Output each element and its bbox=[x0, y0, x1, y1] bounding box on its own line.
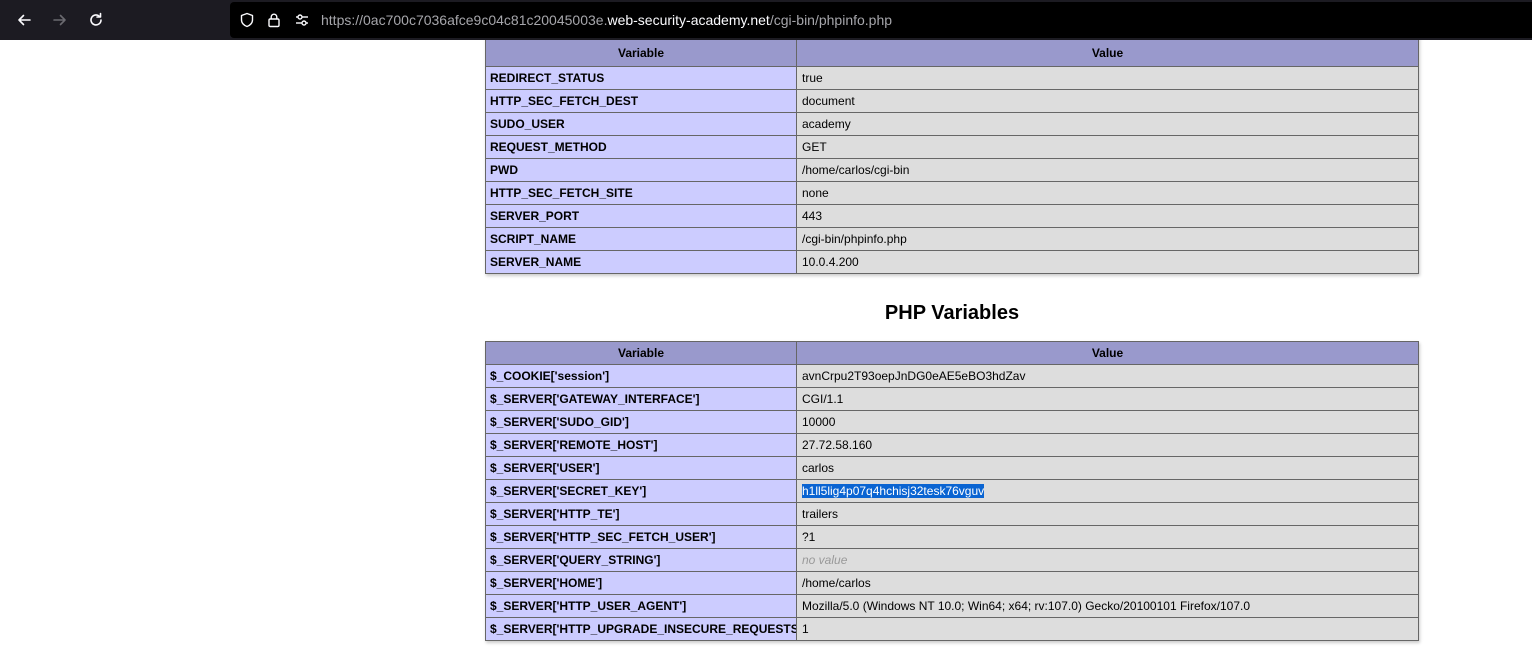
table-row: $_SERVER['QUERY_STRING'] no value bbox=[485, 548, 1419, 572]
address-bar[interactable]: https://0ac700c7036afce9c04c81c20045003e… bbox=[230, 2, 1532, 38]
section-title: PHP Variables bbox=[884, 302, 1020, 324]
php-variable-rows: $_COOKIE['session'] avnCrpu2T93oepJnDG0eA… bbox=[485, 364, 1419, 641]
variable-value-cell: CGI/1.1 bbox=[796, 387, 1419, 411]
environment-table: Variable Value REDIRECT_STATUS true HTTP_S… bbox=[485, 40, 1419, 274]
table-row: SUDO_USER academy bbox=[485, 112, 1419, 136]
lock-icon[interactable] bbox=[265, 11, 283, 29]
variable-name-cell: $_SERVER['GATEWAY_INTERFACE'] bbox=[485, 387, 797, 411]
variable-name-cell: $_SERVER['HTTP_UPGRADE_INSECURE_REQUESTS… bbox=[485, 617, 797, 641]
browser-toolbar: https://0ac700c7036afce9c04c81c20045003e… bbox=[0, 0, 1532, 40]
table-row: HTTP_SEC_FETCH_DEST document bbox=[485, 89, 1419, 113]
variable-name-cell: $_SERVER['SUDO_GID'] bbox=[485, 410, 797, 434]
variable-name-cell: $_SERVER['REMOTE_HOST'] bbox=[485, 433, 797, 457]
permissions-icon[interactable] bbox=[293, 11, 311, 29]
table-header-row: Variable Value bbox=[485, 40, 1419, 67]
reload-icon bbox=[90, 12, 102, 26]
variable-value-cell: avnCrpu2T93oepJnDG0eAE5eBO3hdZav bbox=[796, 364, 1419, 388]
variable-name-cell: SERVER_PORT bbox=[485, 204, 797, 228]
variable-value-cell: /cgi-bin/phpinfo.php bbox=[796, 227, 1419, 251]
column-header-variable: Variable bbox=[485, 341, 797, 365]
table-row: $_SERVER['HTTP_USER_AGENT'] Mozilla/5.0 (… bbox=[485, 594, 1419, 618]
variable-name-cell: SUDO_USER bbox=[485, 112, 797, 136]
column-header-value: Value bbox=[796, 40, 1419, 67]
variable-value-cell: 10.0.4.200 bbox=[796, 250, 1419, 274]
url-text[interactable]: https://0ac700c7036afce9c04c81c20045003e… bbox=[321, 11, 892, 29]
table-row: SERVER_PORT 443 bbox=[485, 204, 1419, 228]
variable-value-cell: /home/carlos/cgi-bin bbox=[796, 158, 1419, 182]
variable-value-cell: carlos bbox=[796, 456, 1419, 480]
shield-icon[interactable] bbox=[238, 11, 256, 29]
variable-name-cell: SCRIPT_NAME bbox=[485, 227, 797, 251]
variable-value-cell: trailers bbox=[796, 502, 1419, 526]
table-row: $_SERVER['HTTP_SEC_FETCH_USER'] ?1 bbox=[485, 525, 1419, 549]
table-row: HTTP_SEC_FETCH_SITE none bbox=[485, 181, 1419, 205]
variable-name-cell: SERVER_NAME bbox=[485, 250, 797, 274]
environment-rows: REDIRECT_STATUS true HTTP_SEC_FETCH_DEST do… bbox=[485, 66, 1419, 274]
back-icon bbox=[18, 14, 31, 26]
selected-secret-key-text[interactable]: h1ll5lig4p07q4hchisj32tesk76vguv bbox=[802, 484, 985, 498]
variable-name-cell: $_SERVER['USER'] bbox=[485, 456, 797, 480]
back-button[interactable] bbox=[10, 6, 38, 34]
reload-button[interactable] bbox=[82, 6, 110, 34]
variable-name-cell: HTTP_SEC_FETCH_SITE bbox=[485, 181, 797, 205]
variable-value-cell: true bbox=[796, 66, 1419, 90]
table-row: $_SERVER['REMOTE_HOST'] 27.72.58.160 bbox=[485, 433, 1419, 457]
variable-name-cell: PWD bbox=[485, 158, 797, 182]
variable-value-cell: Mozilla/5.0 (Windows NT 10.0; Win64; x64… bbox=[796, 594, 1419, 618]
table-row: SERVER_NAME 10.0.4.200 bbox=[485, 250, 1419, 274]
variable-value-cell: h1ll5lig4p07q4hchisj32tesk76vguv bbox=[796, 479, 1419, 503]
column-header-variable: Variable bbox=[485, 40, 797, 67]
table-row: SCRIPT_NAME/cgi-bin/phpinfo.php bbox=[485, 227, 1419, 251]
variable-value-cell: /home/carlos bbox=[796, 571, 1419, 595]
variable-name-cell: $_COOKIE['session'] bbox=[485, 364, 797, 388]
url-path: /cgi-bin/phpinfo.php bbox=[769, 12, 893, 28]
variable-name-cell: REQUEST_METHOD bbox=[485, 135, 797, 159]
table-row: $_SERVER['USER'] carlos bbox=[485, 456, 1419, 480]
forward-icon bbox=[53, 14, 66, 26]
url-prefix: https://0ac700c7036afce9c04c81c20045003e… bbox=[321, 12, 608, 28]
table-row: REDIRECT_STATUS true bbox=[485, 66, 1419, 90]
column-header-value: Value bbox=[796, 341, 1419, 365]
variable-name-cell: $_SERVER['HTTP_TE'] bbox=[485, 502, 797, 526]
php-variables-table: Variable Value $_COOKIE['session'] avnCrp… bbox=[485, 341, 1419, 641]
forward-button[interactable] bbox=[46, 6, 74, 34]
variable-value-cell: document bbox=[796, 89, 1419, 113]
table-row: $_SERVER['HOME']/home/carlos bbox=[485, 571, 1419, 595]
table-row: $_SERVER['HTTP_UPGRADE_INSECURE_REQUESTS… bbox=[485, 617, 1419, 641]
variable-name-cell: $_SERVER['HTTP_USER_AGENT'] bbox=[485, 594, 797, 618]
variable-name-cell: $_SERVER['SECRET_KEY'] bbox=[485, 479, 797, 503]
url-host: web-security-academy.net bbox=[607, 12, 770, 28]
page-content: Variable Value REDIRECT_STATUS true HTTP_S… bbox=[0, 40, 1532, 649]
variable-value-cell: academy bbox=[796, 112, 1419, 136]
variable-value-cell: 1 bbox=[796, 617, 1419, 641]
variable-value-cell: 10000 bbox=[796, 410, 1419, 434]
variable-name-cell: REDIRECT_STATUS bbox=[485, 66, 797, 90]
variable-value-cell: GET bbox=[796, 135, 1419, 159]
table-row: $_SERVER['SUDO_GID'] 10000 bbox=[485, 410, 1419, 434]
variable-value-cell: 27.72.58.160 bbox=[796, 433, 1419, 457]
variable-name-cell: $_SERVER['HOME'] bbox=[485, 571, 797, 595]
variable-value-cell: none bbox=[796, 181, 1419, 205]
variable-value-cell: no value bbox=[796, 548, 1419, 572]
table-row: $_SERVER['GATEWAY_INTERFACE'] CGI/1.1 bbox=[485, 387, 1419, 411]
table-row: $_SERVER['HTTP_TE'] trailers bbox=[485, 502, 1419, 526]
table-header-row: Variable Value bbox=[485, 341, 1419, 365]
table-row: REQUEST_METHOD GET bbox=[485, 135, 1419, 159]
variable-name-cell: $_SERVER['QUERY_STRING'] bbox=[485, 548, 797, 572]
variable-value-cell: 443 bbox=[796, 204, 1419, 228]
variable-value-cell: ?1 bbox=[796, 525, 1419, 549]
variable-name-cell: $_SERVER['HTTP_SEC_FETCH_USER'] bbox=[485, 525, 797, 549]
table-row: PWD/home/carlos/cgi-bin bbox=[485, 158, 1419, 182]
variable-name-cell: HTTP_SEC_FETCH_DEST bbox=[485, 89, 797, 113]
table-row: $_SERVER['SECRET_KEY'] h1ll5lig4p07q4hchi… bbox=[485, 479, 1419, 503]
table-row: $_COOKIE['session'] avnCrpu2T93oepJnDG0eA… bbox=[485, 364, 1419, 388]
